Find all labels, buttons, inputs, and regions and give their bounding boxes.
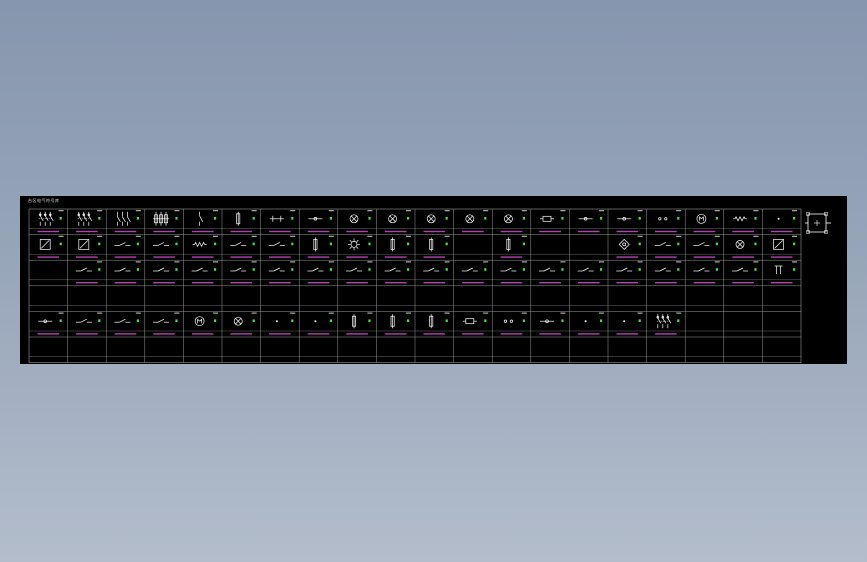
symbol-cell [693, 210, 720, 233]
symbol-cell [269, 312, 296, 335]
cad-drawing-sheet[interactable]: 台区电气符号库 [20, 196, 847, 364]
symbol-cell [616, 235, 643, 258]
symbol-cell [307, 210, 334, 233]
symbol-cell [153, 235, 180, 258]
symbol-cell [693, 235, 720, 258]
symbol-cell [307, 261, 334, 284]
symbol-cell [230, 235, 257, 258]
symbol-cell [770, 261, 797, 284]
symbol-cell [462, 312, 489, 335]
symbol-cell [423, 261, 450, 284]
symbol-cell [732, 210, 759, 233]
symbol-cell [770, 235, 797, 258]
symbol-cell [539, 261, 566, 284]
symbol-cell [500, 210, 527, 233]
symbol-cell [268, 235, 296, 258]
symbol-cell [191, 210, 218, 233]
symbol-cell [500, 312, 527, 335]
symbol-cell [539, 210, 566, 233]
symbol-cell [114, 261, 141, 284]
symbol-cell [616, 210, 643, 233]
symbol-cell [577, 261, 604, 284]
symbol-table-grid [28, 208, 802, 363]
symbol-cell [732, 261, 759, 284]
symbol-cell [500, 235, 527, 258]
symbol-cell [114, 235, 141, 258]
symbol-cell [307, 312, 334, 335]
symbol-cell [384, 312, 411, 335]
symbol-cell [153, 312, 180, 335]
symbol-cell [37, 312, 64, 335]
symbol-cell [153, 210, 180, 233]
symbol-cell [346, 261, 373, 284]
symbol-cell [384, 235, 411, 258]
symbol-cell [384, 210, 411, 233]
symbol-cell [654, 235, 682, 258]
symbol-cell [539, 312, 566, 335]
symbol-cell [461, 261, 489, 284]
symbol-cell [500, 261, 527, 284]
symbol-cell [384, 261, 411, 284]
symbol-cell [268, 261, 296, 284]
symbol-cell [75, 312, 103, 335]
symbol-cell [191, 312, 218, 335]
symbol-cell [770, 210, 797, 233]
sheet-title: 台区电气符号库 [28, 198, 60, 203]
symbol-cell [655, 312, 682, 335]
symbol-cell [577, 210, 604, 233]
symbol-cell [37, 210, 64, 233]
symbol-cell [616, 312, 643, 335]
symbol-cell [76, 210, 103, 233]
symbol-cell [153, 261, 180, 284]
symbol-cell [114, 312, 141, 335]
symbol-cell [655, 210, 682, 233]
symbol-cell [230, 312, 257, 335]
symbol-cell [76, 235, 103, 258]
symbol-cell [423, 235, 450, 258]
symbol-cell [269, 210, 296, 233]
symbol-cell [423, 210, 450, 233]
symbol-cell [114, 210, 141, 233]
symbol-cell [423, 312, 450, 335]
symbol-cell [230, 261, 257, 284]
symbol-cell [307, 235, 334, 258]
symbol-cell [346, 312, 373, 335]
symbol-cell [37, 235, 64, 258]
symbol-cell [75, 261, 103, 284]
symbol-cell [346, 235, 373, 258]
symbol-cell [191, 235, 218, 258]
symbol-cell [462, 210, 489, 233]
symbol-cell [191, 261, 218, 284]
symbol-cell [346, 210, 373, 233]
terminal-block-symbol [805, 212, 831, 234]
symbol-cell [732, 235, 759, 258]
symbol-cell [693, 261, 720, 284]
symbol-cell [654, 261, 682, 284]
symbol-cell [230, 210, 257, 233]
symbol-cell [616, 261, 643, 284]
symbol-cell [577, 312, 604, 335]
